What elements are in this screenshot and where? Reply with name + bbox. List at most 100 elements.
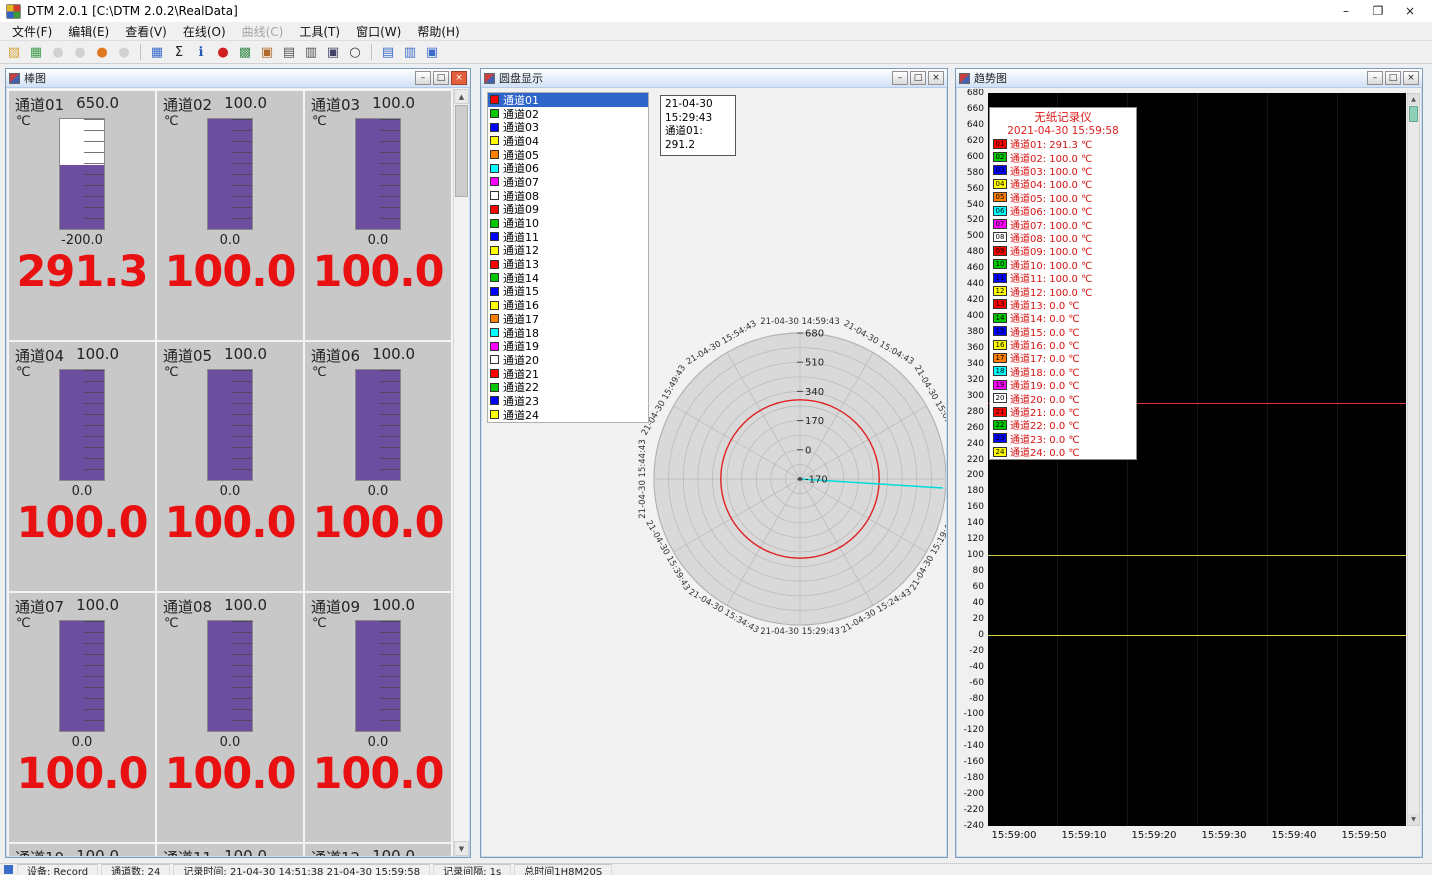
bar-maximize-button[interactable]: □ <box>433 71 449 85</box>
bar-close-button[interactable]: × <box>451 71 467 85</box>
menu-item-tools[interactable]: 工具(T) <box>291 23 348 40</box>
polar-axis-label: 340 <box>805 387 824 398</box>
scroll-down-icon[interactable]: ▼ <box>454 841 469 856</box>
disc-window-titlebar[interactable]: 圆盘显示 – □ × <box>481 69 947 88</box>
menu-item-help[interactable]: 帮助(H) <box>409 23 467 40</box>
scroll-thumb[interactable] <box>1409 106 1418 122</box>
scale-min-label: 0.0 <box>157 484 303 499</box>
image-export-icon[interactable]: ▣ <box>257 42 277 62</box>
minimize-button[interactable]: – <box>1330 0 1362 22</box>
cascade-windows-icon[interactable]: ▣ <box>422 42 442 62</box>
channel-name: 通道10 <box>15 847 64 856</box>
trend-close-button[interactable]: × <box>1403 71 1419 85</box>
polar-time-label: 21-04-30 15:29:43 <box>760 627 839 637</box>
legend-channel-swatch: 03 <box>993 165 1007 175</box>
data-table-icon[interactable]: ▦ <box>147 42 167 62</box>
scroll-up-icon[interactable]: ▲ <box>454 89 469 104</box>
polar-time-label: 21-04-30 15:44:43 <box>638 439 648 518</box>
disc-display-window: 圆盘显示 – □ × -170017034051068021-04-30 14:… <box>480 68 948 858</box>
scale-min-label: 0.0 <box>9 484 155 499</box>
channel-list-label: 通道24 <box>503 407 539 423</box>
bar-scrollbar[interactable]: ▲ ▼ <box>453 89 469 856</box>
bar-cell-9: 通道09100.0℃0.0100.0 <box>305 593 451 842</box>
channel-color-swatch <box>490 246 499 255</box>
legend-channel-swatch: 02 <box>993 152 1007 162</box>
scale-min-label: 0.0 <box>305 735 451 750</box>
trend-trace <box>988 555 1406 556</box>
trend-window-titlebar[interactable]: 趋势图 – □ × <box>956 69 1422 88</box>
legend-entry-16: 16通道16: 0.0 ℃ <box>990 338 1136 351</box>
legend-entry-06: 06通道06: 100.0 ℃ <box>990 204 1136 217</box>
y-axis-tick: 120 <box>967 534 984 544</box>
channel-value: 100.0 <box>157 498 303 548</box>
y-axis-tick: 360 <box>967 343 984 353</box>
menu-item-window[interactable]: 窗口(W) <box>348 23 409 40</box>
legend-channel-swatch: 10 <box>993 259 1007 269</box>
scroll-down-icon[interactable]: ▼ <box>1408 814 1419 825</box>
record-icon[interactable]: ● <box>213 42 233 62</box>
scroll-up-icon[interactable]: ▲ <box>1408 94 1419 105</box>
channel-value: 100.0 <box>157 749 303 799</box>
print-icon[interactable]: ▤ <box>279 42 299 62</box>
scale-min-label: 0.0 <box>9 735 155 750</box>
trend-maximize-button[interactable]: □ <box>1385 71 1401 85</box>
zoom-icon[interactable]: ○ <box>345 42 365 62</box>
legend-channel-swatch: 01 <box>993 139 1007 149</box>
channel-color-swatch <box>490 355 499 364</box>
y-axis-tick: 640 <box>967 120 984 130</box>
close-button[interactable]: × <box>1394 0 1426 22</box>
y-axis-tick: -160 <box>964 757 984 767</box>
legend-channel-swatch: 12 <box>993 286 1007 296</box>
bar-window-titlebar[interactable]: 棒图 – □ × <box>6 69 470 88</box>
legend-entry-01: 01通道01: 291.3 ℃ <box>990 137 1136 150</box>
bar-cell-header: 通道01650.0 <box>9 91 155 115</box>
y-axis-tick: 160 <box>967 502 984 512</box>
bar-window-title: 棒图 <box>24 70 413 86</box>
statistics-icon[interactable]: Σ <box>169 42 189 62</box>
scale-min-label: 0.0 <box>305 484 451 499</box>
scroll-thumb[interactable] <box>455 105 468 197</box>
legend-channel-swatch: 07 <box>993 219 1007 229</box>
disc-minimize-button[interactable]: – <box>892 71 908 85</box>
y-axis-tick: 100 <box>967 550 984 560</box>
legend-channel-swatch: 24 <box>993 447 1007 457</box>
y-axis-tick: -200 <box>964 789 984 799</box>
disc-maximize-button[interactable]: □ <box>910 71 926 85</box>
y-axis-tick: 560 <box>967 184 984 194</box>
scale-min-label: 0.0 <box>305 233 451 248</box>
bar-minimize-button[interactable]: – <box>415 71 431 85</box>
maximize-button[interactable]: ❐ <box>1362 0 1394 22</box>
channel-name: 通道03 <box>311 94 360 115</box>
record-orange-icon[interactable]: ● <box>92 42 112 62</box>
channel-list-item-24[interactable]: 通道24 <box>488 408 648 422</box>
bar-chart-view-icon[interactable]: ▩ <box>235 42 255 62</box>
menu-item-file[interactable]: 文件(F) <box>4 23 60 40</box>
channel-color-swatch <box>490 150 499 159</box>
channel-value: 291.3 <box>9 247 155 297</box>
menu-item-online[interactable]: 在线(O) <box>175 23 234 40</box>
import-data-icon[interactable]: ▦ <box>26 42 46 62</box>
legend-entry-13: 13通道13: 0.0 ℃ <box>990 298 1136 311</box>
trend-minimize-button[interactable]: – <box>1367 71 1383 85</box>
legend-channel-swatch: 05 <box>993 192 1007 202</box>
menu-item-edit[interactable]: 编辑(E) <box>60 23 117 40</box>
y-axis-tick: 440 <box>967 279 984 289</box>
legend-channel-swatch: 20 <box>993 393 1007 403</box>
gauge <box>207 118 253 230</box>
tile-vertical-icon[interactable]: ▥ <box>400 42 420 62</box>
scale-max-label: 100.0 <box>372 345 415 366</box>
open-file-icon[interactable]: ▨ <box>4 42 24 62</box>
disc-close-button[interactable]: × <box>928 71 944 85</box>
tile-horizontal-icon[interactable]: ▤ <box>378 42 398 62</box>
trend-scrollbar[interactable]: ▲ ▼ <box>1407 93 1420 826</box>
trend-window-title: 趋势图 <box>974 70 1365 86</box>
gauge <box>207 620 253 732</box>
unit-label: ℃ <box>164 616 179 631</box>
bar-cell-2: 通道02100.0℃0.0100.0 <box>157 91 303 340</box>
channel-name: 通道12 <box>311 847 360 856</box>
info-icon[interactable]: ℹ <box>191 42 211 62</box>
print-preview-icon[interactable]: ▥ <box>301 42 321 62</box>
copy-icon[interactable]: ▣ <box>323 42 343 62</box>
channel-list: 通道01通道02通道03通道04通道05通道06通道07通道08通道09通道10… <box>487 92 649 423</box>
menu-item-view[interactable]: 查看(V) <box>117 23 175 40</box>
